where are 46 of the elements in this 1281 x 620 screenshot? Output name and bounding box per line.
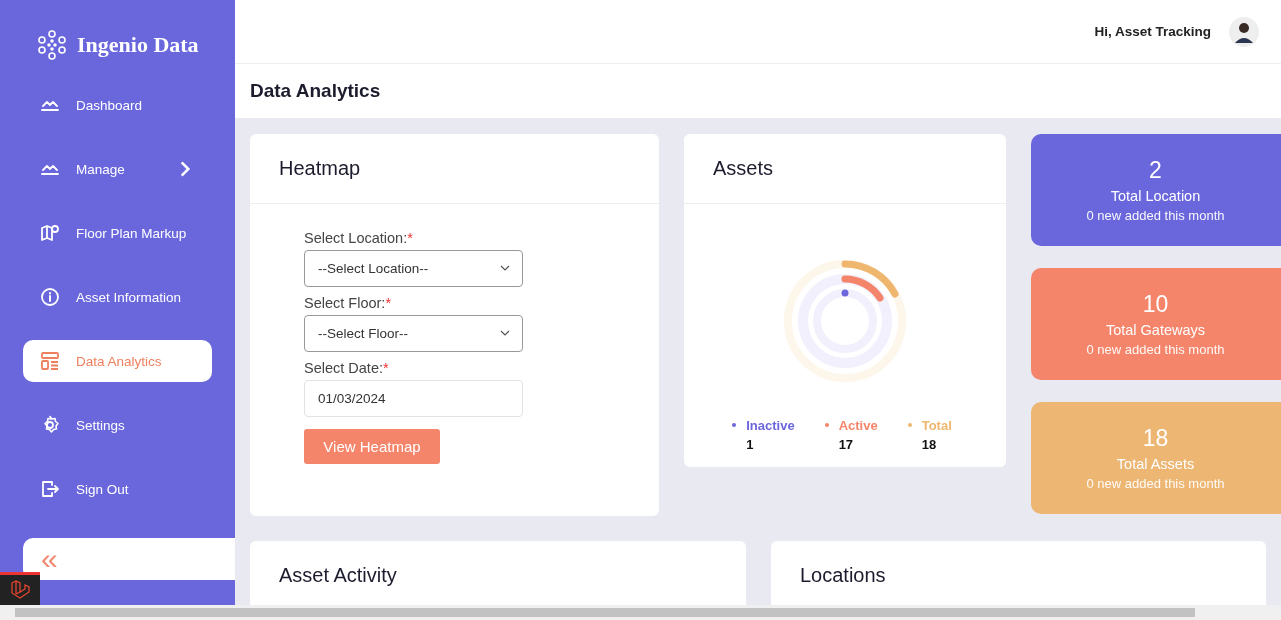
sidebar-item[interactable]: Dashboard [23,84,212,126]
stat-note: 0 new added this month [1086,475,1225,491]
logo-icon [37,30,67,60]
select-field[interactable]: --Select Location-- [304,249,523,287]
legend-value: 18 [920,436,938,452]
stat-note: 0 new added this month [1086,207,1225,223]
select-field[interactable]: --Select Floor-- [304,314,523,352]
stat-label: Total Assets [1116,455,1195,472]
legend-label: Active [838,417,878,433]
stat-value: 18 [1142,424,1169,452]
sidebar-item[interactable]: Manage [23,148,212,190]
legend-label: Total [921,417,952,433]
field-label: Select Location:* [304,229,414,246]
legend-value: 1 [745,436,755,452]
sign-out-icon [40,479,60,499]
field-label: Select Date:* [304,359,390,376]
card-title: Locations [800,564,886,588]
brand-name: Ingenio Data [77,32,199,58]
sidebar-item[interactable]: Asset Information [23,276,212,318]
date-field[interactable]: 01/03/2024 [304,379,523,417]
chevron-down-icon [500,264,510,273]
stat-label: Total Location [1110,187,1201,204]
stat-value: 10 [1142,290,1169,318]
page-title: Data Analytics [250,79,381,102]
list-layout-icon [40,351,60,371]
horizontal-scrollbar[interactable] [0,605,1281,620]
legend-value: 17 [837,436,855,452]
view-heatmap-button[interactable]: View Heatmap [304,428,440,464]
sidebar-item[interactable]: Floor Plan Markup [23,212,212,254]
stat-note: 0 new added this month [1086,341,1225,357]
user-greeting: Hi, Asset Tracking [1094,24,1211,40]
debug-bar-icon[interactable] [0,572,40,605]
collapse-sidebar-button[interactable]: « [23,538,235,580]
sidebar-item[interactable]: Sign Out [23,468,212,510]
sidebar-item[interactable]: Settings [23,404,212,446]
info-icon [40,287,60,307]
card-title: Heatmap [279,156,361,180]
sidebar-item[interactable]: Data Analytics [23,340,212,382]
card-title: Assets [713,156,774,180]
stat-label: Total Gateways [1105,321,1206,338]
field-label: Select Floor:* [304,294,393,311]
map-pin-icon [40,223,60,243]
chevron-down-icon [500,329,510,338]
legend-label: Inactive [746,417,795,433]
stat-value: 2 [1149,156,1162,184]
card-title: Asset Activity [279,564,397,588]
